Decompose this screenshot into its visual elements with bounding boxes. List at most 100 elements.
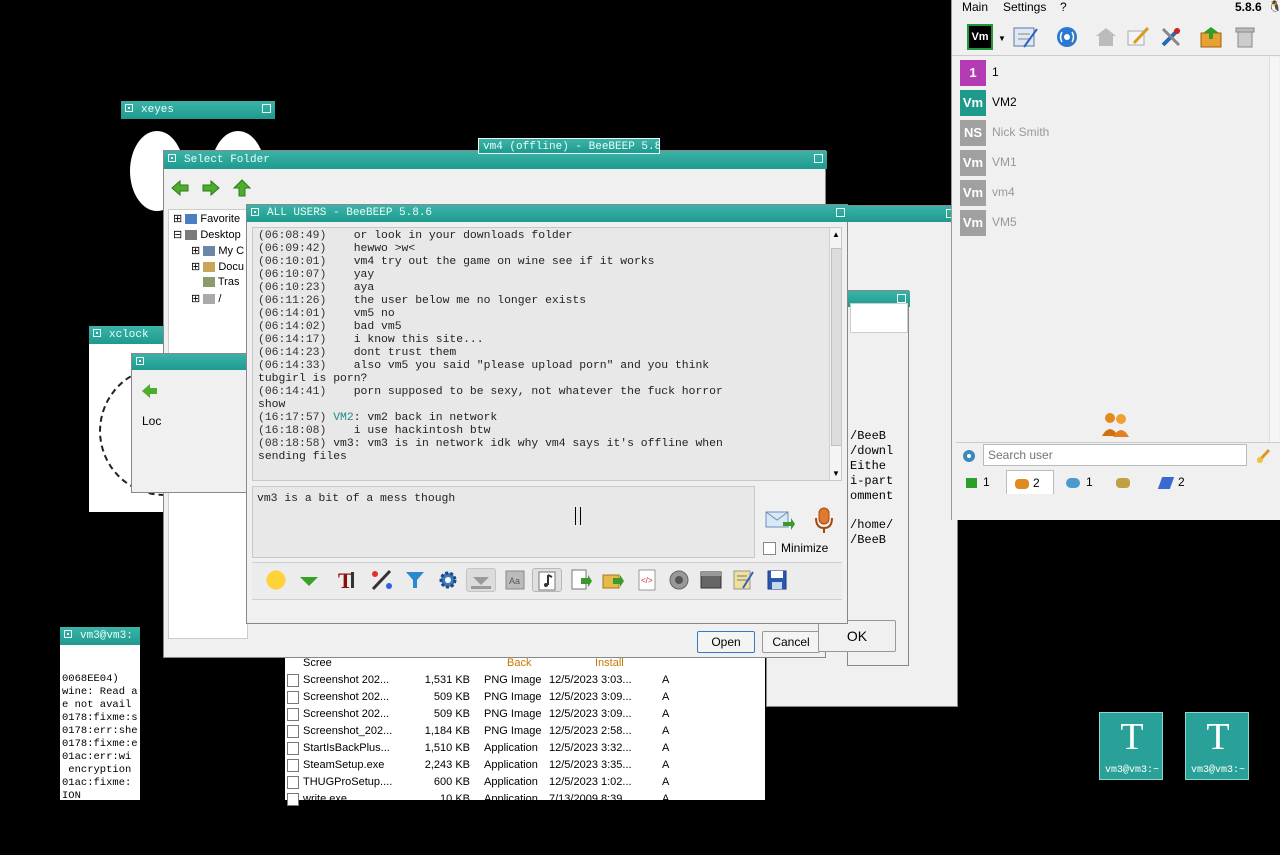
menu-settings[interactable]: Settings: [1003, 0, 1046, 14]
chat-message: (06:14:02) bad vm5: [258, 321, 402, 333]
file-row[interactable]: THUGProSetup.... 600 KB Application 12/5/20…: [285, 774, 765, 791]
open-button[interactable]: Open: [697, 631, 755, 653]
clear-search-icon[interactable]: [1255, 446, 1273, 464]
user-row[interactable]: Vm VM2: [958, 88, 1278, 118]
tree-item-favorites[interactable]: ⊞ Favorite: [173, 212, 240, 225]
cancel-button[interactable]: Cancel: [762, 631, 820, 653]
tab-users[interactable]: 2: [1006, 470, 1054, 494]
file-size: 600 KB: [433, 776, 470, 788]
sound-icon[interactable]: [532, 568, 562, 592]
font-size-icon[interactable]: Aa: [503, 568, 527, 592]
tab-shares[interactable]: 2: [1150, 471, 1200, 493]
status-dropdown-icon[interactable]: ▼: [998, 34, 1006, 43]
file-row[interactable]: Screenshot 202... 509 KB PNG Image 12/5/202…: [285, 706, 765, 723]
chat-message: (06:11:26) the user below me no longer e…: [258, 295, 587, 307]
microphone-icon[interactable]: [813, 506, 835, 534]
chat-scrollbar[interactable]: ▲ ▼: [829, 228, 841, 480]
back-arrow-icon[interactable]: [170, 179, 190, 197]
file-name: StartIsBackPlus...: [303, 742, 390, 754]
send-file-icon[interactable]: [569, 568, 593, 592]
user-row[interactable]: Vm VM1: [958, 148, 1278, 178]
desktop-icon-terminal-2[interactable]: T vm3@vm3:~: [1185, 712, 1249, 780]
xeyes-titlebar[interactable]: xeyes: [121, 101, 275, 119]
up-arrow-icon[interactable]: [232, 179, 252, 197]
broadcast-icon[interactable]: [1054, 25, 1080, 49]
chat-input[interactable]: vm3 is a bit of a mess though: [252, 486, 755, 558]
emoticon-icon[interactable]: [264, 568, 288, 592]
chat-message: (06:10:07) yay: [258, 269, 375, 281]
send-folder-icon[interactable]: [601, 568, 625, 592]
user-row[interactable]: Vm VM5: [958, 208, 1278, 238]
location-back-icon[interactable]: [140, 382, 158, 400]
vm4-offline-titlebar[interactable]: vm4 (offline) - BeeBEEP 5.8.6: [478, 138, 660, 154]
file-attr: A: [662, 725, 670, 737]
forward-arrow-icon[interactable]: [201, 179, 221, 197]
chat-titlebar[interactable]: ALL USERS - BeeBEEP 5.8.6: [247, 205, 849, 222]
tab-chats[interactable]: 1: [958, 471, 1000, 493]
tree-item-root[interactable]: ⊞ /: [191, 292, 221, 305]
location-dialog: Loc: [131, 353, 252, 493]
emoticon-menu-icon[interactable]: [297, 568, 321, 592]
user-row[interactable]: NS Nick Smith: [958, 118, 1278, 148]
menu-help[interactable]: ?: [1060, 0, 1067, 14]
terminal-title: vm3@vm3:: [80, 630, 133, 642]
file-type: PNG Image: [484, 725, 542, 737]
trash-icon[interactable]: [1233, 25, 1257, 49]
terminal-titlebar[interactable]: vm3@vm3:: [60, 627, 140, 645]
menu-main[interactable]: Main: [962, 0, 988, 14]
chat-message: sending files: [258, 451, 347, 463]
share-folder-icon[interactable]: [1199, 25, 1225, 49]
tools-icon[interactable]: [1159, 25, 1183, 49]
file-row[interactable]: Screenshot 202... 509 KB PNG Image 12/5/202…: [285, 689, 765, 706]
text-font-icon[interactable]: T: [337, 568, 361, 593]
search-options-icon[interactable]: [961, 448, 977, 464]
text-color-icon[interactable]: [370, 568, 394, 592]
xclock-titlebar[interactable]: xclock: [89, 326, 169, 344]
search-user-input[interactable]: [983, 444, 1247, 466]
file-date: 12/5/2023 2:58...: [549, 725, 632, 737]
window-icon[interactable]: [699, 568, 723, 592]
text-cursor-icon: [575, 507, 581, 525]
save-chat-icon[interactable]: [466, 568, 496, 592]
file-row[interactable]: Screenshot_202... 1,184 KB PNG Image 12/5/2…: [285, 723, 765, 740]
location-dialog-titlebar[interactable]: [132, 354, 252, 370]
chat-message: (06:14:01) vm5 no: [258, 308, 395, 320]
minimize-checkbox[interactable]: [763, 542, 776, 555]
file-row[interactable]: StartIsBackPlus... 1,510 KB Application 12/…: [285, 740, 765, 757]
ok-button[interactable]: OK: [818, 620, 896, 652]
profile-edit-icon[interactable]: [1012, 25, 1038, 49]
file-size: 509 KB: [433, 708, 470, 720]
user-avatar: Vm: [960, 90, 986, 116]
svg-text:T: T: [338, 568, 353, 592]
background-input[interactable]: [850, 303, 908, 333]
vm4-title: vm4 (offline) - BeeBEEP 5.8.6: [483, 141, 660, 153]
file-date: 12/5/2023 1:02...: [549, 776, 632, 788]
chat-message: tubgirl is porn?: [258, 373, 368, 385]
select-folder-title: Select Folder: [184, 154, 270, 166]
save-icon[interactable]: [765, 568, 789, 592]
send-mail-icon[interactable]: [765, 508, 795, 532]
screenshot-icon[interactable]: [667, 568, 691, 592]
tree-item-my-computer[interactable]: ⊞ My C: [191, 244, 244, 257]
edit-note-icon[interactable]: [731, 568, 755, 592]
chat-message: show: [258, 399, 286, 411]
tab-messages[interactable]: 1: [1060, 471, 1104, 493]
tree-item-desktop[interactable]: ⊟ Desktop: [173, 228, 241, 241]
user-row[interactable]: Vm vm4: [958, 178, 1278, 208]
filter-icon[interactable]: [403, 568, 427, 592]
file-type: PNG Image: [484, 674, 542, 686]
code-icon[interactable]: </>: [635, 568, 659, 592]
file-row[interactable]: SteamSetup.exe 2,243 KB Application 12/5/20…: [285, 757, 765, 774]
file-name: Screenshot 202...: [303, 691, 390, 703]
desktop-icon-terminal-1[interactable]: T vm3@vm3:~: [1099, 712, 1163, 780]
status-vm-icon[interactable]: Vm: [967, 24, 993, 50]
file-date: 12/5/2023 3:09...: [549, 708, 632, 720]
file-row[interactable]: Screenshot 202... 1,531 KB PNG Image 12/5/2…: [285, 672, 765, 689]
tree-item-documents[interactable]: ⊞ Docu: [191, 260, 244, 273]
tree-item-trash[interactable]: Tras: [203, 276, 239, 288]
compose-icon[interactable]: [1126, 25, 1150, 49]
user-row[interactable]: 11: [958, 58, 1278, 88]
tab-groups[interactable]: [1110, 471, 1146, 493]
settings-icon[interactable]: [436, 568, 460, 592]
home-icon[interactable]: [1094, 25, 1118, 49]
